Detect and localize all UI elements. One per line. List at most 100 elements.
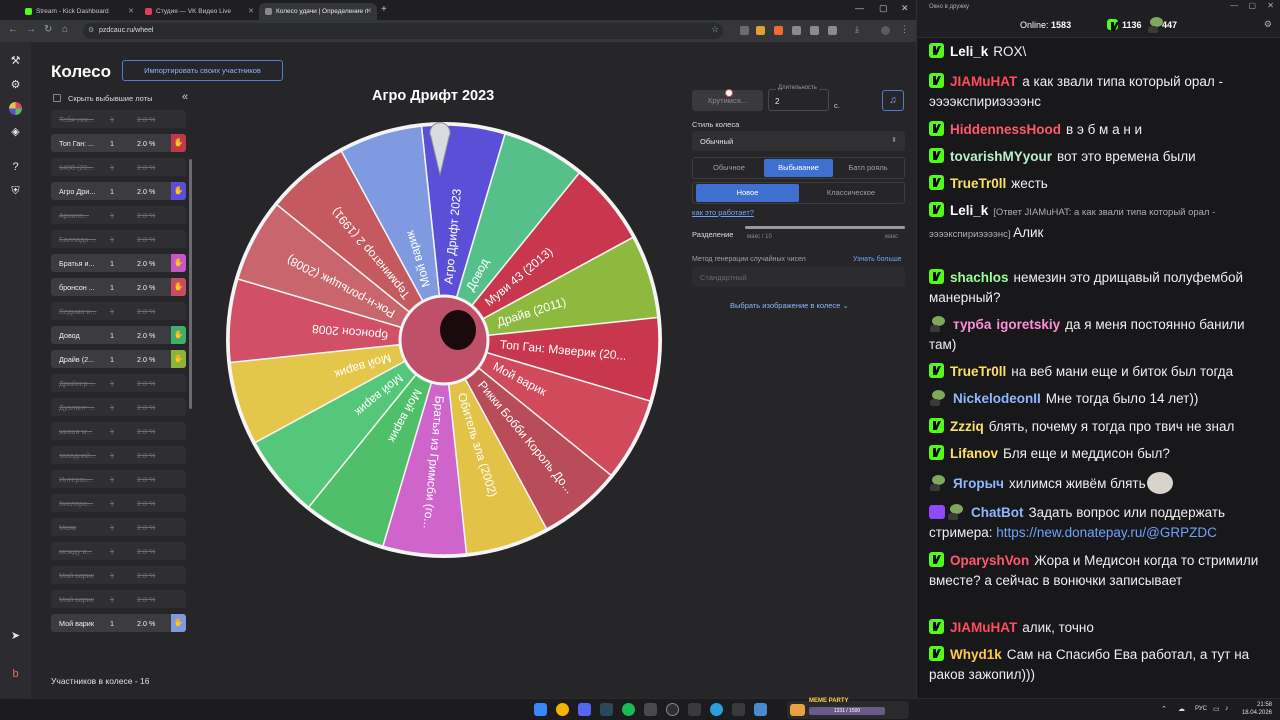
forward-icon[interactable]: → — [26, 24, 36, 35]
lot-row[interactable]: бронсон ... 1 2.0 % ✋ — [51, 278, 186, 296]
app-icon[interactable] — [732, 703, 745, 716]
home-icon[interactable]: ⌂ — [62, 24, 68, 35]
lot-row[interactable]: Кислоро... 1 2.0 % — [51, 494, 186, 512]
clock[interactable]: 21:58 18.04.2026 — [1238, 701, 1272, 717]
spotify-icon[interactable] — [622, 703, 635, 716]
telegram-icon[interactable] — [710, 703, 723, 716]
hide-eliminated-checkbox[interactable] — [53, 94, 61, 102]
tray-chevron-icon[interactable]: ⌃ — [1161, 705, 1167, 713]
obs-icon[interactable] — [666, 703, 679, 716]
chat-username[interactable]: HiddennessHood — [950, 122, 1061, 137]
eliminate-hand-icon[interactable]: ✋ — [171, 278, 186, 296]
mode-battle-royale[interactable]: Батл рояль — [834, 159, 902, 177]
lot-row[interactable]: Драйвер ... 1 2.0 % — [51, 374, 186, 392]
tab-kick-dashboard[interactable]: Stream - Kick Dashboard ✕ — [19, 3, 139, 20]
learn-more-link[interactable]: Узнать больше — [853, 256, 902, 263]
variant-new[interactable]: Новое — [696, 184, 799, 202]
close-icon[interactable]: ✕ — [248, 7, 254, 15]
lot-row[interactable]: Интервь... 1 2.0 % — [51, 470, 186, 488]
maximize-button[interactable]: ▢ — [879, 3, 888, 14]
bookmark-star-icon[interactable]: ☆ — [711, 24, 719, 35]
app-icon[interactable] — [688, 703, 701, 716]
steam-icon[interactable] — [600, 703, 613, 716]
spin-button[interactable]: Крутимся... — [692, 89, 763, 111]
volume-icon[interactable]: ♪ — [1225, 705, 1229, 712]
eliminate-hand-icon[interactable]: ✋ — [171, 614, 186, 632]
wheel[interactable]: Агро Дрифт 2023 ДоводМуви 43 (2013)Драйв … — [224, 120, 664, 560]
lot-row[interactable]: Агро Дри... 1 2.0 % ✋ — [51, 182, 186, 200]
minimize-button[interactable]: — — [855, 3, 864, 13]
chat-username[interactable]: OparyshVon — [950, 553, 1029, 568]
download-icon[interactable]: ⤓ — [855, 24, 859, 35]
extension-icon[interactable] — [792, 26, 801, 35]
windows-start-icon[interactable] — [534, 703, 547, 716]
lot-row[interactable]: Довод 1 2.0 % ✋ — [51, 326, 186, 344]
lots-scrollbar[interactable] — [189, 159, 192, 409]
url-field[interactable]: ⚙ pzdcauc.ru/wheel — [83, 23, 723, 39]
choose-wheel-image-button[interactable]: Выбрать изображение в колесе ⌄ — [730, 301, 849, 310]
boosty-icon[interactable]: b — [9, 668, 22, 681]
eliminate-hand-icon[interactable]: ✋ — [171, 350, 186, 368]
lot-row[interactable]: Архисо... 1 2.0 % — [51, 206, 186, 224]
close-window-button[interactable]: ✕ — [901, 3, 909, 14]
variant-classic[interactable]: Классическое — [800, 184, 902, 202]
lot-row[interactable]: Баллада ... 1 2.0 % — [51, 230, 186, 248]
tab-wheel[interactable]: Колесо удачи | Определение п ✕ — [259, 3, 377, 20]
mode-normal[interactable]: Обычное — [695, 159, 763, 177]
chat-username[interactable]: shachlos — [950, 270, 1009, 285]
extension-icon[interactable] — [740, 26, 749, 35]
mode-elimination[interactable]: Выбывание — [764, 159, 833, 177]
lot-row[interactable]: Дуэлянт ... 1 2.0 % — [51, 398, 186, 416]
chat-username[interactable]: TrueTr0ll — [950, 176, 1006, 191]
chat-username[interactable]: турба — [953, 317, 991, 332]
chat-username[interactable]: TrueTr0ll — [950, 364, 1006, 379]
chat-username[interactable]: Whyd1k — [950, 647, 1002, 662]
extension-icon[interactable] — [756, 26, 765, 35]
maximize-button[interactable]: ▢ — [1248, 1, 1256, 10]
wheel-icon[interactable] — [9, 102, 22, 115]
lot-row[interactable]: Драйв (2... 1 2.0 % ✋ — [51, 350, 186, 368]
chat-username[interactable]: tovarishMYyour — [950, 149, 1052, 164]
meme-party-widget[interactable]: MEME PARTY 1331 / 1500 — [787, 698, 909, 719]
eliminate-hand-icon[interactable]: ✋ — [171, 134, 186, 152]
back-icon[interactable]: ← — [8, 24, 18, 35]
chat-username[interactable]: JIAMuHAT — [950, 74, 1017, 89]
shield-icon[interactable]: ⛨ — [9, 185, 22, 198]
wheel-style-select[interactable]: Обычный ⬍ — [692, 131, 905, 151]
close-icon[interactable]: ✕ — [366, 7, 372, 15]
profile-avatar[interactable] — [881, 26, 890, 35]
lot-row[interactable]: Братья и... 1 2.0 % ✋ — [51, 254, 186, 272]
lot-row[interactable]: живая м... 1 2.0 % — [51, 422, 186, 440]
chat-username[interactable]: Zzziq — [950, 419, 984, 434]
lot-row[interactable]: между в... 1 2.0 % — [51, 542, 186, 560]
eliminate-hand-icon[interactable]: ✋ — [171, 254, 186, 272]
chrome-icon[interactable] — [556, 703, 569, 716]
how-it-works-link[interactable]: как это работает? — [692, 208, 754, 217]
extension-icon[interactable] — [810, 26, 819, 35]
lot-row[interactable]: Топ Ган: ... 1 2.0 % ✋ — [51, 134, 186, 152]
extensions-puzzle-icon[interactable] — [828, 26, 837, 35]
chat-username[interactable]: igoretskiy — [996, 317, 1060, 332]
settings-gear-icon[interactable]: ⚙ — [1264, 19, 1272, 30]
language-indicator[interactable]: РУС — [1195, 706, 1207, 712]
eliminate-hand-icon[interactable]: ✋ — [171, 182, 186, 200]
app-icon[interactable] — [754, 703, 767, 716]
cloud-icon[interactable]: ☁ — [1178, 705, 1185, 713]
tab-vk-studio[interactable]: Студия — VK Видео Live ✕ — [139, 3, 259, 20]
lot-row[interactable]: Мой варик 1 2.0 % ✋ — [51, 614, 186, 632]
settings-gear-icon[interactable]: ⚙ — [9, 79, 22, 92]
help-icon[interactable]: ? — [9, 161, 22, 174]
site-info-icon[interactable]: ⚙ — [88, 26, 94, 34]
chat-username[interactable]: Lifanov — [950, 446, 998, 461]
chat-username[interactable]: ChatBot — [971, 505, 1024, 520]
close-icon[interactable]: ✕ — [128, 7, 134, 15]
lot-row[interactable]: заводной... 1 2.0 % — [51, 446, 186, 464]
lot-row[interactable]: Мой варик 1 2.0 % — [51, 590, 186, 608]
import-participants-button[interactable]: Импортировать своих участников — [122, 60, 283, 81]
chat-username[interactable]: Leli_k — [950, 203, 988, 218]
lot-row[interactable]: Мой варик 1 2.0 % — [51, 566, 186, 584]
tab-search-button[interactable] — [2, 3, 10, 20]
menu-kebab-icon[interactable]: ⋮ — [900, 24, 909, 35]
discord-icon[interactable] — [578, 703, 591, 716]
network-icon[interactable]: ▭ — [1213, 705, 1220, 713]
